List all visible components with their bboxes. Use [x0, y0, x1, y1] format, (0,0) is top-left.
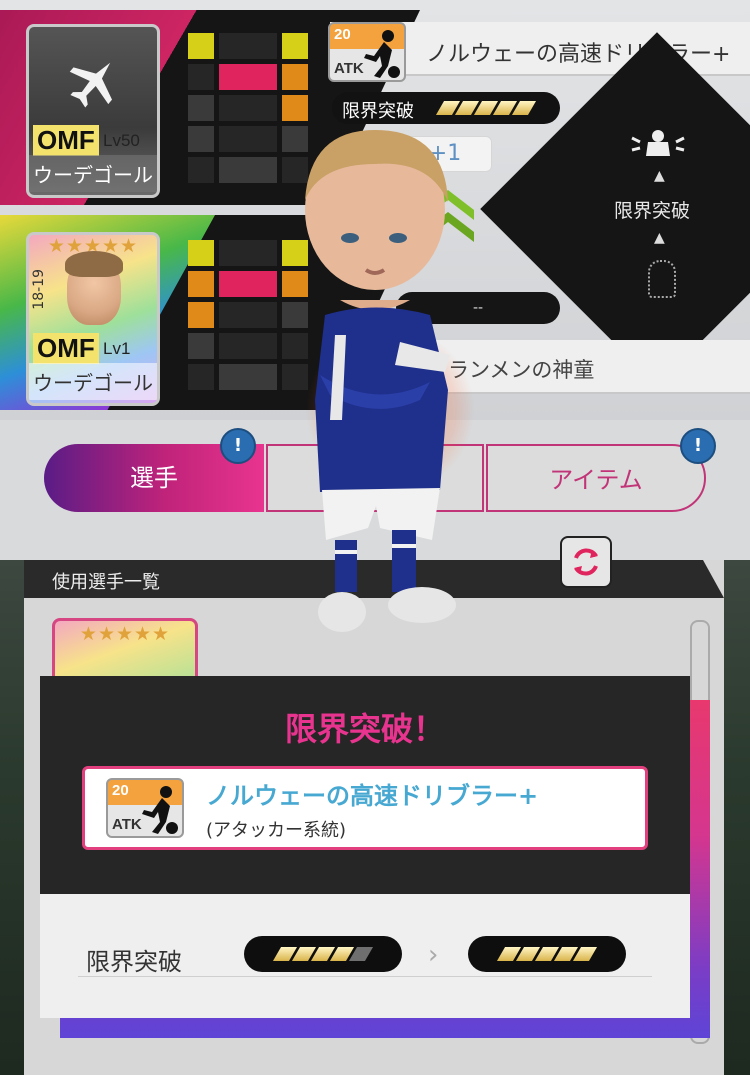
dialog-skill-name: ノルウェーの高速ドリブラー+: [206, 782, 539, 810]
limit-after-pill: [468, 936, 626, 972]
up-arrow-icon: ▲: [654, 168, 665, 184]
refresh-icon: [574, 548, 598, 576]
player-portrait-hair: [65, 251, 123, 277]
airplane-icon: [69, 62, 113, 108]
player-name: ウーデゴール: [29, 155, 157, 192]
skill-badge-icon: 20 ATK: [106, 778, 184, 838]
player-card-material[interactable]: ★★★★★ 18-19 OMF Lv1 ウーデゴール: [26, 232, 160, 406]
skill-badge-icon: 20 ATK: [328, 22, 406, 82]
player-position: OMF: [33, 333, 99, 364]
notification-badge: !: [220, 428, 256, 464]
diamond-label: 限界突破: [614, 200, 691, 222]
placeholder-person-icon: [648, 260, 676, 298]
notification-badge: !: [680, 428, 716, 464]
coach-icon: [631, 130, 685, 156]
limit-before-pill: [244, 936, 402, 972]
player-age: 18-19: [31, 269, 47, 310]
up-arrow-icon: ▲: [654, 230, 665, 246]
player-level: Lv1: [103, 339, 131, 358]
dribble-icon: [142, 786, 178, 834]
player-figure: [305, 130, 456, 632]
player-level: Lv50: [103, 131, 140, 150]
dribble-icon: [364, 30, 400, 78]
limit-break-bars-top: [435, 101, 537, 115]
arrow-right-icon: ›: [428, 940, 439, 970]
player-card-current[interactable]: OMF Lv50 ウーデゴール: [26, 24, 160, 198]
limit-break-bars-before: [272, 947, 374, 961]
dialog-title: 限界突破！: [284, 710, 445, 748]
limit-break-bars-after: [496, 947, 598, 961]
limit-break-row-label: 限界突破: [86, 948, 182, 976]
refresh-button[interactable]: [560, 536, 612, 588]
rarity-stars: ★★★★★: [79, 623, 171, 645]
dialog-skill-category: (アタッカー系統): [206, 820, 347, 841]
player-list-title: 使用選手一覧: [52, 572, 160, 593]
player-position: OMF: [33, 125, 99, 156]
player-name: ウーデゴール: [29, 363, 157, 400]
tab-items[interactable]: アイテム: [486, 444, 706, 512]
dialog-divider: [78, 976, 652, 977]
